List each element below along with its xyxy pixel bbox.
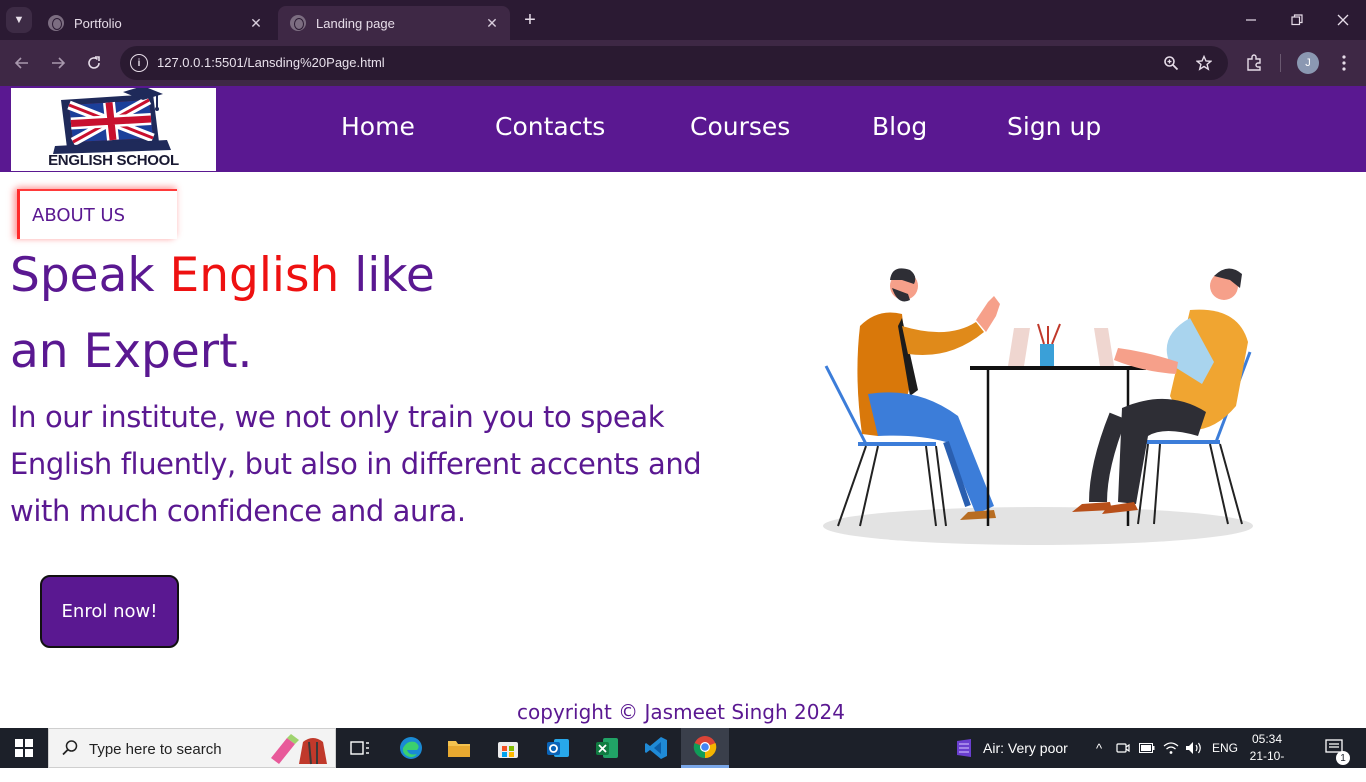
headline-line-2: an Expert. xyxy=(10,324,253,379)
store-app[interactable] xyxy=(484,728,532,768)
nav-contacts[interactable]: Contacts xyxy=(495,112,605,141)
close-icon xyxy=(1337,14,1349,26)
edge-app[interactable] xyxy=(387,728,435,768)
battery-icon[interactable] xyxy=(1138,739,1156,757)
logo-text: ENGLISH SCHOOL xyxy=(48,152,179,169)
meet-icon[interactable] xyxy=(1114,739,1132,757)
tab-landing-page[interactable]: Landing page ✕ xyxy=(278,6,510,40)
browser-toolbar: i 127.0.0.1:5501/Lansding%20Page.html J xyxy=(0,40,1366,86)
zoom-icon[interactable] xyxy=(1161,53,1181,73)
volume-icon[interactable] xyxy=(1185,739,1203,757)
about-us-label: ABOUT US xyxy=(32,204,126,226)
toolbar-divider xyxy=(1280,54,1281,72)
air-quality-icon[interactable] xyxy=(953,737,975,759)
os-taskbar: Type here to search Air: Very poor ^ ENG… xyxy=(0,728,1366,780)
clock-date: 21-10-2024 xyxy=(1249,749,1285,780)
task-view-icon xyxy=(350,741,369,755)
profile-avatar[interactable]: J xyxy=(1297,52,1319,74)
info-icon[interactable]: i xyxy=(130,54,148,72)
address-bar[interactable]: i 127.0.0.1:5501/Lansding%20Page.html xyxy=(120,46,1228,80)
extensions-icon[interactable] xyxy=(1241,50,1267,76)
excel-app[interactable] xyxy=(583,728,631,768)
tab-title: Portfolio xyxy=(74,15,122,31)
nav-courses[interactable]: Courses xyxy=(690,112,790,141)
headline-highlight: English xyxy=(169,248,340,303)
arrow-left-icon xyxy=(14,57,28,69)
file-explorer-app[interactable] xyxy=(435,728,483,768)
task-view-button[interactable] xyxy=(336,728,384,768)
vscode-app[interactable] xyxy=(632,728,680,768)
chevron-down-icon: ▼ xyxy=(13,14,25,26)
headline-text: Speak xyxy=(10,248,170,303)
web-page: ENGLISH SCHOOL Home Contacts Courses Blo… xyxy=(0,86,1366,728)
headline-text: like xyxy=(339,248,435,303)
globe-icon xyxy=(48,15,64,31)
plus-icon: + xyxy=(524,8,536,31)
excel-icon xyxy=(596,738,618,758)
close-window-button[interactable] xyxy=(1320,0,1366,40)
chrome-icon xyxy=(693,735,717,758)
taskbar-search-box[interactable]: Type here to search xyxy=(48,728,336,768)
nav-home[interactable]: Home xyxy=(341,112,415,141)
nav-sign-up[interactable]: Sign up xyxy=(1007,112,1101,141)
system-clock[interactable]: 05:34 21-10-2024 xyxy=(1244,731,1290,782)
logo-laptop-flag-icon xyxy=(53,86,171,154)
reload-button[interactable] xyxy=(81,50,107,76)
restore-icon xyxy=(1291,14,1303,26)
url-text: 127.0.0.1:5501/Lansding%20Page.html xyxy=(157,55,385,70)
reload-icon xyxy=(88,56,100,69)
store-icon xyxy=(498,742,518,758)
outlook-icon xyxy=(547,739,569,757)
outlook-app[interactable] xyxy=(534,728,582,768)
globe-icon xyxy=(290,15,306,31)
close-icon[interactable]: ✕ xyxy=(246,15,266,32)
tab-title: Landing page xyxy=(316,15,395,31)
chevron-up-icon[interactable]: ^ xyxy=(1090,739,1108,757)
edge-icon xyxy=(400,737,422,759)
new-tab-button[interactable]: + xyxy=(518,8,542,32)
enrol-now-button[interactable]: Enrol now! xyxy=(40,575,179,648)
logo[interactable]: ENGLISH SCHOOL xyxy=(11,86,216,171)
about-us-button[interactable]: ABOUT US xyxy=(17,189,177,239)
tab-portfolio[interactable]: Portfolio ✕ xyxy=(36,6,274,40)
search-placeholder: Type here to search xyxy=(89,741,222,758)
chrome-app[interactable] xyxy=(681,728,729,768)
weather-status[interactable]: Air: Very poor xyxy=(983,740,1068,756)
language-indicator[interactable]: ENG xyxy=(1212,741,1238,755)
minimize-icon xyxy=(1246,19,1256,21)
vscode-icon xyxy=(645,737,667,759)
start-button[interactable] xyxy=(0,728,48,768)
back-button[interactable] xyxy=(9,50,35,76)
more-menu-icon[interactable] xyxy=(1331,50,1357,76)
site-navbar: ENGLISH SCHOOL Home Contacts Courses Blo… xyxy=(0,86,1366,172)
tab-search-button[interactable]: ▼ xyxy=(6,7,32,33)
search-highlight-icon xyxy=(271,734,327,765)
nav-blog[interactable]: Blog xyxy=(872,112,927,141)
arrow-right-icon xyxy=(52,57,66,69)
star-icon[interactable] xyxy=(1194,53,1214,73)
wifi-icon[interactable] xyxy=(1162,739,1180,757)
close-icon[interactable]: ✕ xyxy=(482,15,502,32)
restore-button[interactable] xyxy=(1274,0,1320,40)
forward-button[interactable] xyxy=(45,50,71,76)
folder-icon xyxy=(448,741,470,757)
headline-line-1: Speak English like xyxy=(10,248,435,303)
copyright-text: copyright © Jasmeet Singh 2024 xyxy=(517,700,845,724)
search-icon xyxy=(62,740,78,756)
windows-icon xyxy=(15,739,33,757)
meeting-illustration xyxy=(823,268,1253,545)
clock-time: 05:34 xyxy=(1251,732,1283,746)
notification-badge: 1 xyxy=(1336,751,1350,765)
minimize-button[interactable] xyxy=(1228,0,1274,40)
browser-tab-bar: ▼ Portfolio ✕ Landing page ✕ + xyxy=(0,0,1366,40)
description-paragraph: In our institute, we not only train you … xyxy=(10,400,702,528)
